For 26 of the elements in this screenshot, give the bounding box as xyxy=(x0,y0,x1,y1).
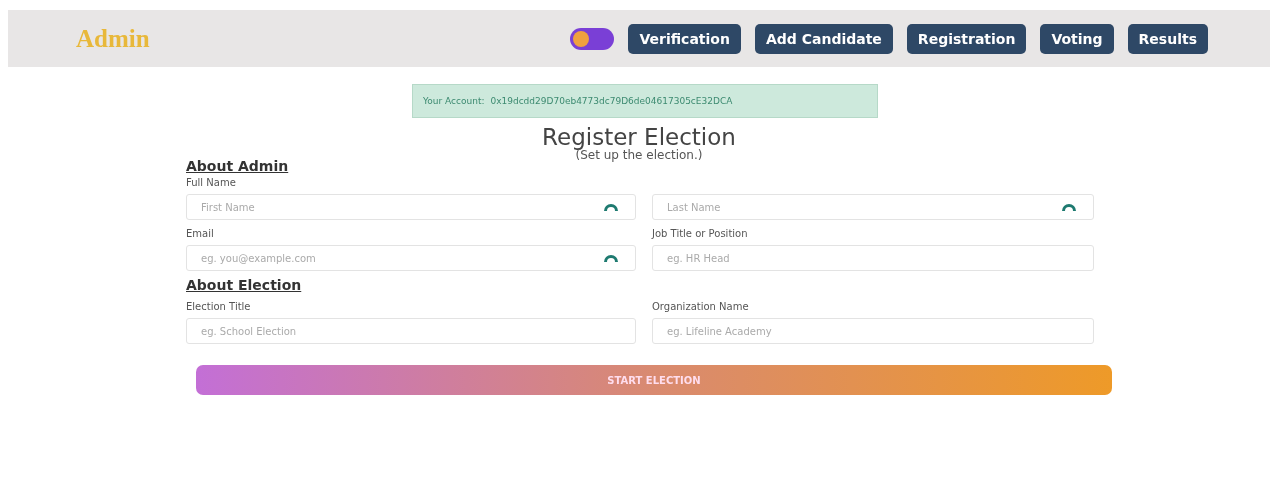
section-heading: About Election xyxy=(186,277,303,293)
input-field[interactable]: First Name xyxy=(186,194,636,220)
theme-toggle[interactable] xyxy=(570,27,615,50)
nav-button[interactable]: Results xyxy=(1127,23,1208,54)
autofill-icon[interactable] xyxy=(604,203,618,212)
nav-button[interactable]: Voting xyxy=(1040,23,1114,54)
account-address: 0x19dcdd29D70eb4773dc79D6de04617305cE32DCA xyxy=(490,96,733,106)
nav-button[interactable]: Registration xyxy=(906,23,1027,54)
field-label: Job Title or Position xyxy=(652,228,749,239)
field-label: Organization Name xyxy=(652,301,750,312)
autofill-icon[interactable] xyxy=(1062,203,1076,212)
field-label: Election Title xyxy=(186,301,252,312)
nav-button[interactable]: Verification xyxy=(628,23,741,54)
field-label: Full Name xyxy=(186,177,237,188)
field-label: Email xyxy=(186,228,215,239)
input-field[interactable]: eg. HR Head xyxy=(652,245,1094,271)
brand-title: Admin xyxy=(76,24,150,53)
page-title: Register Election xyxy=(541,124,737,150)
account-label: Your Account: xyxy=(423,96,485,106)
autofill-icon[interactable] xyxy=(604,254,618,263)
nav-button[interactable]: Add Candidate xyxy=(754,23,893,54)
section-heading: About Admin xyxy=(186,158,290,174)
input-field[interactable]: Last Name xyxy=(652,194,1094,220)
input-field[interactable]: eg. Lifeline Academy xyxy=(652,318,1094,344)
input-field[interactable]: eg. you@example.com xyxy=(186,245,636,271)
input-field[interactable]: eg. School Election xyxy=(186,318,636,344)
